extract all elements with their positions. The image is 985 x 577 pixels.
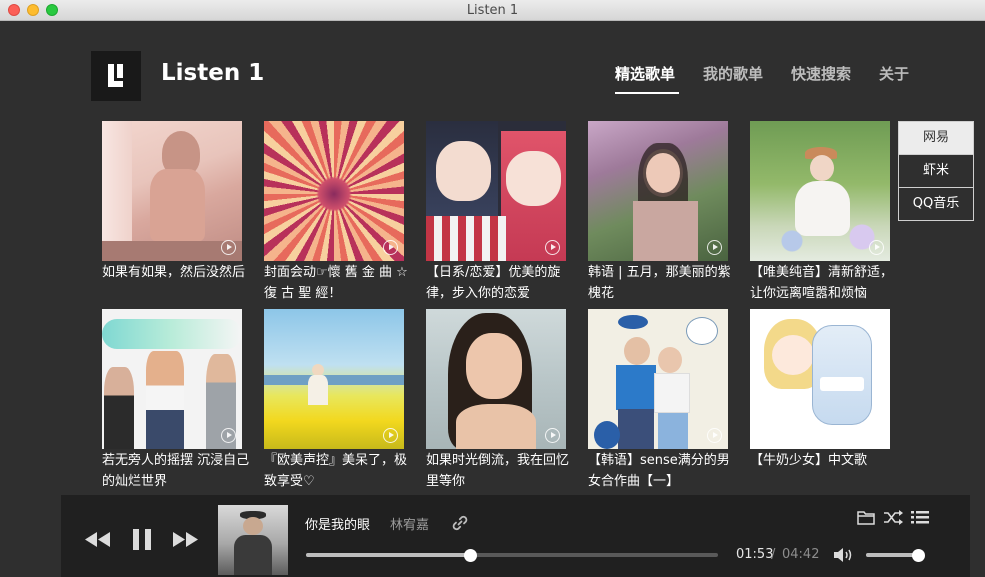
- playlist-queue-icon[interactable]: [911, 511, 929, 524]
- title-bar: Listen 1: [0, 0, 985, 21]
- playlist-cover[interactable]: [750, 121, 890, 261]
- current-time: 01:53: [736, 547, 774, 562]
- now-playing-artist[interactable]: 林宥嘉: [390, 514, 429, 533]
- playlist-cover[interactable]: [264, 309, 404, 449]
- playlist-title[interactable]: 如果有如果，然后没然后: [102, 262, 250, 304]
- play-icon[interactable]: [383, 428, 398, 443]
- now-playing-title[interactable]: 你是我的眼: [305, 514, 370, 533]
- playlist-cover[interactable]: [264, 121, 404, 261]
- folder-icon[interactable]: [857, 510, 875, 525]
- music-source-selector: 网易 虾米 QQ音乐: [898, 121, 974, 221]
- play-icon[interactable]: [869, 428, 884, 443]
- nav-tab-featured-playlists[interactable]: 精选歌单: [615, 63, 675, 84]
- play-icon[interactable]: [707, 240, 722, 255]
- play-icon[interactable]: [383, 240, 398, 255]
- player-bar: 你是我的眼 林宥嘉 01:53 / 04:42: [61, 495, 970, 577]
- play-icon[interactable]: [221, 240, 236, 255]
- volume-slider[interactable]: [866, 548, 926, 562]
- playlist-title[interactable]: 韩语 | 五月，那美丽的紫槐花: [588, 262, 736, 304]
- nav-tab-my-playlists[interactable]: 我的歌单: [703, 63, 763, 84]
- pause-icon[interactable]: [133, 529, 151, 550]
- window-title: Listen 1: [466, 3, 519, 18]
- playlist-cover[interactable]: [426, 121, 566, 261]
- playlist-title[interactable]: 【韩语】sense满分的男女合作曲【一】: [588, 450, 736, 492]
- play-icon[interactable]: [545, 240, 560, 255]
- play-icon[interactable]: [707, 428, 722, 443]
- play-icon[interactable]: [869, 240, 884, 255]
- playlist-cover[interactable]: [588, 309, 728, 449]
- play-icon[interactable]: [545, 428, 560, 443]
- volume-handle[interactable]: [912, 548, 926, 562]
- progress-handle[interactable]: [464, 548, 478, 562]
- nav-tab-quick-search[interactable]: 快速搜索: [791, 63, 851, 84]
- time-separator: /: [771, 547, 776, 562]
- source-qq-music[interactable]: QQ音乐: [899, 188, 973, 221]
- total-time: 04:42: [782, 547, 820, 562]
- playlist-cover[interactable]: [588, 121, 728, 261]
- source-xiami[interactable]: 虾米: [899, 155, 973, 188]
- progress-bar[interactable]: [306, 548, 718, 562]
- shuffle-icon[interactable]: [883, 510, 903, 525]
- nav-tab-about[interactable]: 关于: [879, 63, 909, 84]
- volume-fill: [866, 553, 919, 557]
- playlist-cover[interactable]: [102, 121, 242, 261]
- playlist-title[interactable]: 【日系/恋爱】优美的旋律，步入你的恋爱: [426, 262, 574, 304]
- app-logo: [91, 51, 141, 101]
- playlist-title[interactable]: 封面会动☞懷 舊 金 曲 ☆ 復 古 聖 經！: [264, 262, 412, 304]
- volume-icon[interactable]: [834, 547, 856, 563]
- app-name: Listen 1: [161, 60, 265, 86]
- playlist-title[interactable]: 【唯美纯音】清新舒适，让你远离喧嚣和烦恼: [750, 262, 898, 304]
- playlist-title[interactable]: 若无旁人的摇摆 沉浸自己的灿烂世界: [102, 450, 250, 492]
- cover-art-lettering: [768, 405, 872, 427]
- playlist-title[interactable]: 如果时光倒流，我在回忆里等你: [426, 450, 574, 492]
- next-track-icon[interactable]: [172, 532, 198, 547]
- previous-track-icon[interactable]: [85, 532, 111, 547]
- playlist-title[interactable]: 【牛奶少女】中文歌: [750, 450, 898, 492]
- source-netease[interactable]: 网易: [899, 122, 973, 155]
- playlist-cover[interactable]: [102, 309, 242, 449]
- playlist-cover[interactable]: [426, 309, 566, 449]
- active-tab-indicator: [615, 92, 679, 94]
- play-icon[interactable]: [221, 428, 236, 443]
- playlist-cover[interactable]: [750, 309, 890, 449]
- link-icon[interactable]: [451, 514, 469, 532]
- progress-fill: [306, 553, 471, 557]
- album-cover[interactable]: [218, 505, 288, 575]
- playlist-title[interactable]: 『欧美声控』美呆了，极致享受♡: [264, 450, 412, 492]
